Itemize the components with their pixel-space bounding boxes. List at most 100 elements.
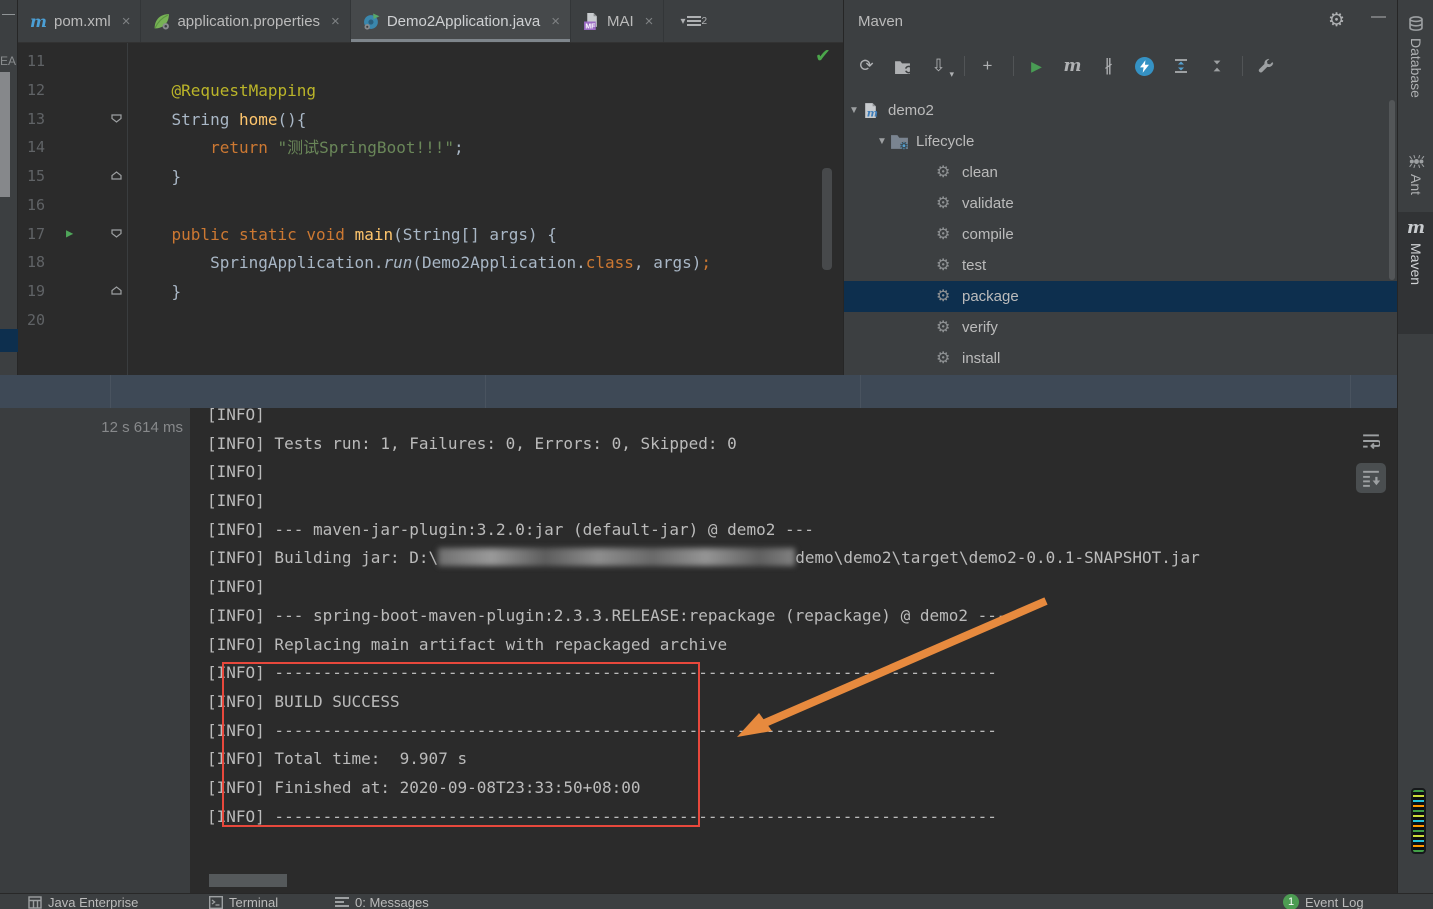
soft-wrap-icon[interactable] — [1356, 426, 1386, 456]
maven-gear-icon[interactable]: ⚙ — [1328, 9, 1345, 32]
close-icon[interactable]: × — [551, 13, 560, 30]
code-line: return "测试SpringBoot!!!"; — [133, 134, 711, 163]
maven-tree-item-install[interactable]: ⚙install — [844, 343, 1397, 374]
sync-folders-icon[interactable] — [890, 54, 915, 78]
editor-code-area[interactable]: @RequestMapping String home(){ return "测… — [133, 48, 711, 336]
gutter-row: 19 — [18, 278, 127, 307]
goal-gear-icon: ⚙ — [936, 195, 955, 212]
editor-tab-pom-xml[interactable]: mpom.xml× — [18, 0, 141, 42]
event-log[interactable]: 1Event Log — [1283, 895, 1364, 909]
header-divider — [860, 375, 861, 408]
code-line: } — [133, 278, 711, 307]
gutter-row: 18 — [18, 249, 127, 278]
tool-window-tab-ant[interactable]: Ant — [1398, 148, 1433, 210]
console-line: [INFO] — [207, 573, 1200, 602]
run-build-icon[interactable]: ▶ — [1024, 54, 1049, 78]
tree-item-label: validate — [962, 195, 1014, 212]
editor-tab-demo2application-java[interactable]: Demo2Application.java × — [351, 0, 571, 42]
tool-window-tab-maven[interactable]: mMaven — [1398, 212, 1433, 334]
maven-tree-item-verify[interactable]: ⚙verify — [844, 312, 1397, 343]
console-line: [INFO] --- spring-boot-maven-plugin:2.3.… — [207, 602, 1200, 631]
line-number: 13 — [18, 110, 45, 128]
editor-tab-application-properties[interactable]: application.properties× — [141, 0, 350, 42]
console-horizontal-scrollbar[interactable] — [209, 874, 287, 887]
maven-tree-item-test[interactable]: ⚙test — [844, 250, 1397, 281]
close-icon[interactable]: × — [331, 13, 340, 30]
maven-tree-item-package[interactable]: ⚙package — [844, 281, 1397, 312]
maven-tree-item-clean[interactable]: ⚙clean — [844, 157, 1397, 188]
maven-panel: Maven ⚙ — ⟳⇩▾+▶m∦ ▼mdemo2▼Lifecycle⚙clea… — [843, 0, 1397, 375]
maven-file-icon: m — [30, 13, 47, 30]
build-console[interactable]: [INFO][INFO] Tests run: 1, Failures: 0, … — [190, 408, 1397, 893]
database-icon — [1407, 16, 1425, 33]
maven-tree-item-compile[interactable]: ⚙compile — [844, 219, 1397, 250]
console-line: [INFO] ---------------------------------… — [207, 803, 1200, 832]
code-line: @RequestMapping — [133, 77, 711, 106]
fold-marker-icon[interactable] — [111, 114, 122, 123]
maven-tree-item-validate[interactable]: ⚙ validate — [844, 188, 1397, 219]
maven-settings-icon[interactable] — [1253, 54, 1278, 78]
status-item-java-enterprise[interactable]: Java Enterprise — [28, 895, 138, 909]
hidden-tab-count: 2 — [701, 16, 707, 27]
console-line: [INFO] Tests run: 1, Failures: 0, Errors… — [207, 430, 1200, 459]
refresh-icon[interactable]: ⟳ — [854, 54, 879, 78]
line-number: 17 — [18, 225, 45, 243]
close-icon[interactable]: × — [122, 13, 131, 30]
download-sources-icon[interactable]: ⇩▾ — [926, 54, 951, 78]
sliver-minimize-icon: — — [2, 6, 15, 21]
skip-tests-icon[interactable] — [1132, 54, 1157, 78]
maven-toolbar: ⟳ ⇩▾ + ▶ m ∦ — [854, 52, 1289, 80]
run-main-icon[interactable]: ▶ — [66, 226, 73, 240]
editor-gutter: 11121314151617▶181920 — [18, 48, 127, 336]
sliver-selection-strip — [0, 329, 18, 352]
status-bar: Java Enterprise Terminal 0: Messages 1Event… — [0, 893, 1433, 909]
scroll-to-end-icon[interactable] — [1356, 463, 1386, 493]
code-line — [133, 307, 711, 336]
fold-marker-icon[interactable] — [111, 286, 122, 295]
expand-all-icon[interactable] — [1168, 54, 1193, 78]
maven-tree-item-Lifecycle[interactable]: ▼ Lifecycle — [844, 126, 1397, 157]
tool-window-tab-label: Ant — [1408, 174, 1424, 195]
add-maven-project-icon[interactable]: + — [975, 54, 1000, 78]
sliver-clipped-text: EA — [0, 54, 16, 68]
tab-label: Demo2Application.java — [387, 13, 540, 30]
sliver-scrollbar[interactable] — [0, 72, 10, 197]
test-results-panel[interactable]: 12 s 614 ms — [0, 408, 190, 893]
code-line — [133, 48, 711, 77]
console-line: [INFO] — [207, 408, 1200, 430]
maven-panel-header: Maven ⚙ — — [844, 0, 1397, 44]
maven-tree-scrollbar[interactable] — [1389, 100, 1395, 280]
close-icon[interactable]: × — [645, 13, 654, 30]
fold-marker-icon[interactable] — [111, 171, 122, 180]
status-item-0-messages[interactable]: 0: Messages — [335, 895, 429, 909]
console-output: [INFO][INFO] Tests run: 1, Failures: 0, … — [207, 408, 1200, 831]
gutter-row: 12 — [18, 77, 127, 106]
redacted-path-blur — [438, 548, 795, 566]
fold-marker-icon[interactable] — [111, 229, 122, 238]
colorful-indicator-widget — [1411, 788, 1426, 854]
collapse-all-icon[interactable] — [1204, 54, 1229, 78]
tree-expander-icon[interactable]: ▼ — [849, 105, 862, 116]
console-line: [INFO] Finished at: 2020-09-08T23:33:50+… — [207, 774, 1200, 803]
tree-item-label: compile — [962, 226, 1014, 243]
editor-tab-mai[interactable]: MFMAI× — [571, 0, 664, 42]
hidden-tabs-dropdown[interactable]: ▾2 — [680, 0, 707, 42]
maven-tree-item-demo2[interactable]: ▼mdemo2 — [844, 95, 1397, 126]
inspection-ok-icon[interactable]: ✔ — [815, 45, 831, 68]
tree-expander-icon[interactable]: ▼ — [877, 136, 890, 147]
tool-window-tab-database[interactable]: Database — [1398, 10, 1433, 138]
code-editor[interactable]: 11121314151617▶181920 @RequestMapping St… — [18, 43, 843, 375]
line-number: 20 — [18, 311, 45, 329]
lifecycle-icon — [890, 133, 909, 150]
toggle-offline-icon[interactable]: ∦ — [1096, 54, 1121, 78]
console-line: [INFO] BUILD SUCCESS — [207, 688, 1200, 717]
gutter-row: 13 — [18, 106, 127, 135]
execute-goal-icon[interactable]: m — [1060, 54, 1085, 78]
gutter-separator — [127, 43, 128, 375]
editor-scrollbar[interactable] — [822, 168, 832, 270]
tree-item-label: Lifecycle — [916, 133, 974, 150]
status-item-terminal[interactable]: Terminal — [209, 895, 278, 909]
console-line: [INFO] Replacing main artifact with repa… — [207, 631, 1200, 660]
svg-text:m: m — [867, 106, 878, 119]
maven-minimize-icon[interactable]: — — [1371, 8, 1386, 25]
